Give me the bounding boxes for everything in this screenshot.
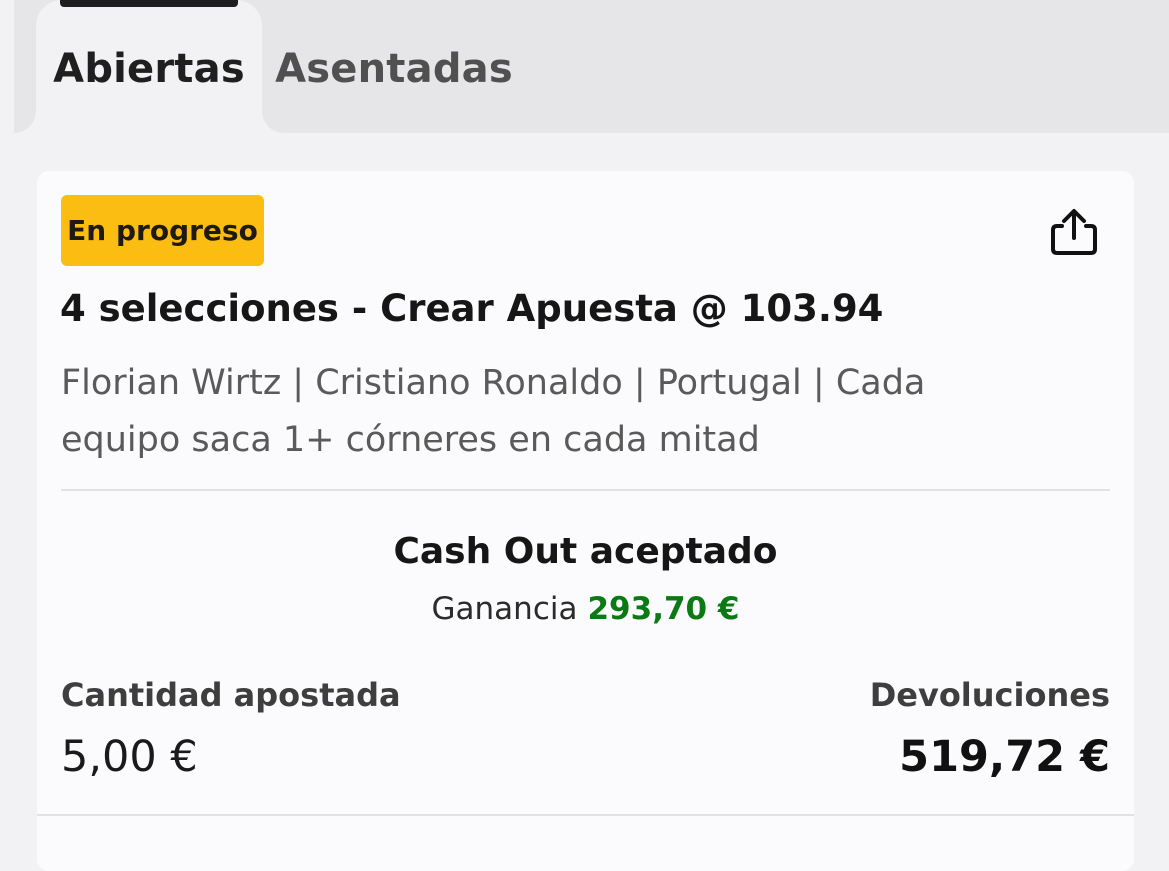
tab-label: Asentadas — [275, 45, 513, 92]
profit-value: 293,70 € — [587, 591, 740, 627]
profit-label: Ganancia — [431, 591, 578, 627]
divider — [37, 814, 1134, 816]
tab-asentadas[interactable]: Asentadas — [266, 0, 522, 133]
tab-bar-edge — [0, 0, 14, 133]
returns-label: Devoluciones — [869, 676, 1110, 714]
share-icon — [1051, 209, 1097, 255]
active-tab-indicator — [60, 0, 238, 7]
bet-title: 4 selecciones - Crear Apuesta @ 103.94 — [60, 287, 884, 330]
selections-line: equipo saca 1+ córneres en cada mitad — [61, 420, 760, 460]
stake-value: 5,00 € — [61, 732, 198, 782]
selections-line: Florian Wirtz | Cristiano Ronaldo | Port… — [61, 363, 926, 403]
tab-abiertas[interactable]: Abiertas — [36, 0, 262, 133]
tab-label: Abiertas — [53, 45, 245, 92]
cashout-status: Cash Out aceptado — [393, 531, 778, 572]
stake-label: Cantidad apostada — [61, 676, 401, 714]
share-button[interactable] — [1043, 201, 1105, 263]
profit-line: Ganancia 293,70 € — [37, 591, 1134, 627]
selections-list: Florian Wirtz | Cristiano Ronaldo | Port… — [61, 355, 1071, 469]
bet-card[interactable]: En progreso 4 selecciones - Crear Apuest… — [37, 171, 1134, 871]
returns-value: 519,72 € — [899, 732, 1110, 782]
divider — [61, 489, 1110, 491]
status-badge: En progreso — [61, 195, 264, 266]
